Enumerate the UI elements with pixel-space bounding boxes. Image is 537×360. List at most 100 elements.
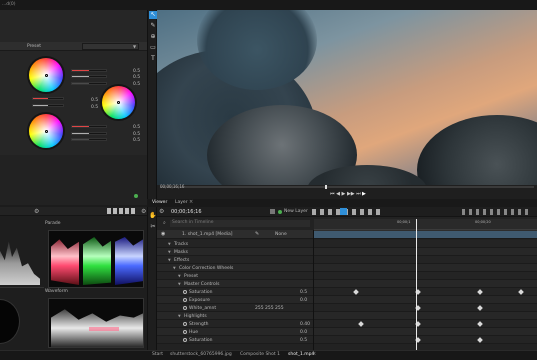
pen-icon[interactable]: ✎: [255, 231, 259, 237]
scope-mode-buttons[interactable]: [107, 208, 137, 214]
property-value[interactable]: 0.40: [300, 322, 310, 327]
playback-controls[interactable]: ⏮ ◀ ▶ ▶▶ ⏭: [330, 191, 361, 197]
keyframe-button[interactable]: [340, 208, 347, 215]
tab-composite-shot[interactable]: Composite Shot 1: [240, 350, 280, 360]
shadows-bar-2[interactable]: [71, 75, 107, 78]
tab-viewer[interactable]: Viewer: [152, 200, 167, 205]
chevron-down-icon[interactable]: ▼: [168, 250, 171, 254]
chevron-down-icon[interactable]: ▼: [133, 44, 136, 49]
keyframe-icon[interactable]: [183, 290, 187, 294]
property-value[interactable]: 0.5: [300, 290, 307, 295]
highlights-wheel[interactable]: [29, 114, 63, 148]
pen-icon[interactable]: ✎: [149, 22, 157, 30]
property-value[interactable]: 0.0: [300, 330, 307, 335]
property-value[interactable]: 0.5: [300, 338, 307, 343]
property-label: Saturation: [189, 337, 213, 343]
play-icon[interactable]: ▶: [362, 191, 366, 197]
cloud-shape: [417, 115, 537, 185]
midtones-bar-2[interactable]: [32, 104, 64, 107]
chevron-down-icon[interactable]: ▼: [168, 242, 171, 246]
mask-icon[interactable]: ▭: [149, 44, 157, 52]
wheel-handle[interactable]: [44, 73, 48, 77]
midtones-bar-1[interactable]: [32, 97, 64, 100]
property-label: Master Controls: [184, 281, 220, 287]
property-label: White_amnt: [189, 305, 217, 311]
waveform-scope: [48, 298, 144, 348]
text-tool-icon[interactable]: T: [149, 55, 157, 63]
close-icon[interactable]: ×: [312, 351, 316, 357]
property-value[interactable]: 0.0: [300, 298, 307, 303]
select-tool-icon[interactable]: ↖: [149, 11, 157, 19]
timeline-playhead[interactable]: [416, 219, 417, 350]
tab-layer[interactable]: Layer: [175, 200, 188, 205]
panel-footer: [0, 155, 147, 205]
keyframe-icon[interactable]: [183, 330, 187, 334]
viewer-playhead[interactable]: [325, 185, 327, 189]
tab-start[interactable]: Start: [152, 350, 163, 360]
hand-icon[interactable]: ✋: [149, 212, 157, 220]
shadows-bar-1[interactable]: [71, 69, 107, 72]
gear-icon[interactable]: ⚙: [141, 208, 146, 215]
color-correction-panel: Preset ▼ 0.5 0.5 0.5 0.5 0.5 0.5 0.5 0.5: [0, 10, 147, 155]
property-label: Highlights: [184, 313, 207, 319]
highlights-value-1: 0.5: [133, 125, 141, 130]
scope-separator: [0, 287, 44, 288]
chevron-down-icon[interactable]: ▼: [178, 282, 181, 286]
property-label: Saturation: [189, 289, 213, 295]
keyframe-icon[interactable]: [183, 338, 187, 342]
wheel-handle[interactable]: [117, 101, 120, 104]
ruler-label: 00;00;1: [397, 220, 411, 224]
highlights-bar-3[interactable]: [71, 138, 107, 141]
keyframe-icon[interactable]: [183, 322, 187, 326]
property-row[interactable]: [157, 328, 537, 336]
property-value[interactable]: 255 255 255: [255, 306, 284, 311]
property-row[interactable]: [157, 272, 537, 280]
chevron-down-icon[interactable]: ▼: [168, 258, 171, 262]
preset-label: Preset: [27, 44, 42, 49]
lane-divider: [313, 230, 314, 350]
highlights-bar-2[interactable]: [71, 132, 107, 135]
highlights-value-2: 0.5: [133, 132, 141, 137]
tab-image-file[interactable]: shutterstock_60765996.jpg: [170, 350, 232, 360]
property-row[interactable]: [157, 312, 537, 320]
timeline-ruler[interactable]: [314, 219, 537, 230]
highlights-bar-1[interactable]: [71, 125, 107, 128]
razor-icon[interactable]: ✂: [149, 223, 157, 231]
viewer-image[interactable]: [157, 10, 537, 185]
property-row[interactable]: [157, 248, 537, 256]
eye-icon[interactable]: ◉: [161, 231, 165, 237]
tab-shot-1[interactable]: shot_1.mp4: [288, 350, 314, 360]
property-label: Strength: [189, 321, 209, 327]
close-icon[interactable]: ×: [189, 199, 193, 205]
property-row[interactable]: [157, 256, 537, 264]
search-icon: ⌕: [163, 220, 166, 226]
new-layer-icon[interactable]: [270, 209, 275, 214]
gear-icon[interactable]: ⚙: [159, 208, 164, 215]
shadows-wheel[interactable]: [29, 58, 63, 92]
chevron-down-icon[interactable]: ▼: [178, 314, 181, 318]
keyframe-icon[interactable]: [183, 306, 187, 310]
property-row[interactable]: [157, 240, 537, 248]
layer-clip-bar[interactable]: [314, 231, 537, 238]
histogram: [0, 241, 40, 285]
viewer-tab-bar: [147, 199, 537, 207]
chevron-down-icon[interactable]: ▼: [173, 266, 176, 270]
property-row[interactable]: [157, 296, 537, 304]
midtones-wheel[interactable]: [102, 86, 135, 119]
parade-green: [83, 237, 111, 285]
blend-mode[interactable]: None: [275, 232, 287, 237]
new-layer-button[interactable]: New Layer: [284, 209, 308, 214]
timeline-zoom-controls[interactable]: [462, 209, 532, 215]
preset-dropdown[interactable]: [82, 43, 139, 50]
keyframe-icon[interactable]: [183, 298, 187, 302]
viewer-scrub-bar[interactable]: [160, 186, 534, 188]
timeline-search-input[interactable]: Search in Timeline: [170, 220, 310, 227]
transform-icon[interactable]: ⊕: [149, 33, 157, 41]
wheel-handle[interactable]: [44, 129, 48, 133]
shadows-bar-3[interactable]: [71, 82, 107, 85]
transport-controls[interactable]: [312, 209, 382, 215]
chevron-down-icon[interactable]: ▼: [178, 274, 181, 278]
waveform-label: Waveform: [45, 289, 68, 294]
gear-icon[interactable]: ⚙: [34, 208, 39, 215]
highlights-value-3: 0.5: [133, 138, 141, 143]
